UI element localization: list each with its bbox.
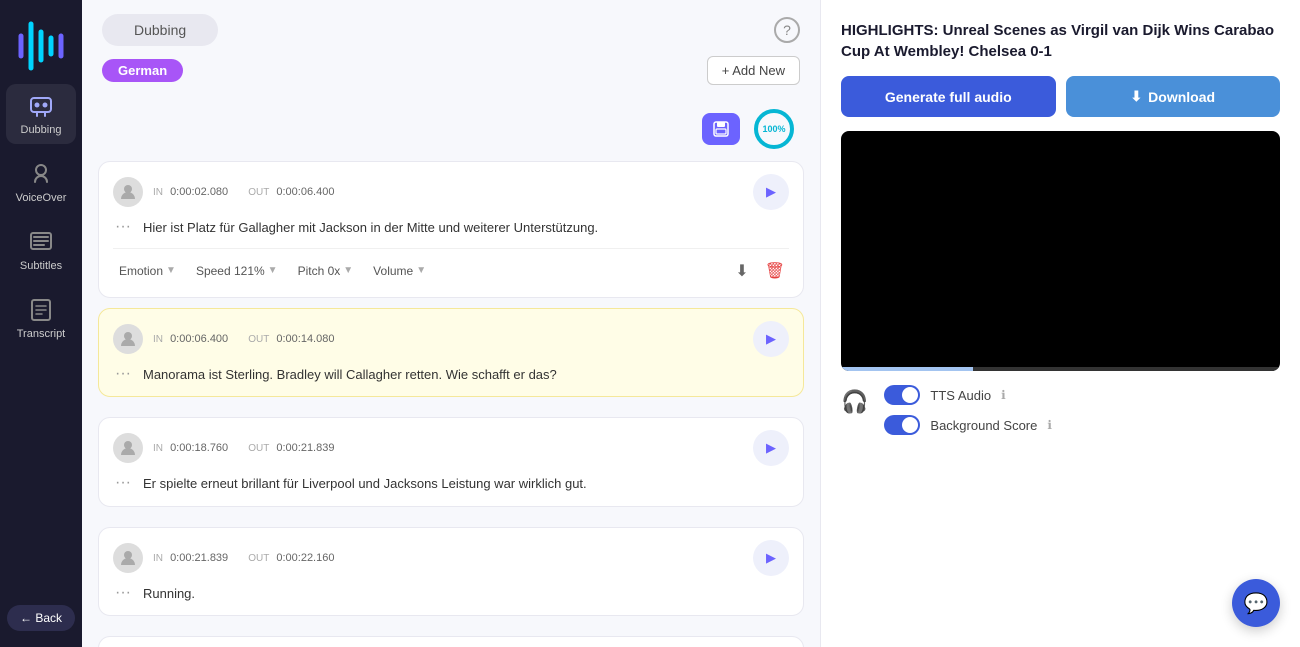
bg-score-toggle[interactable] [884,415,920,435]
segment-body: ··· Manorama ist Sterling. Bradley will … [113,365,789,385]
segment-text: Running. [143,584,789,604]
more-options-button[interactable]: ··· [113,584,133,602]
segment-text: Manorama ist Sterling. Bradley will Call… [143,365,789,385]
app-logo [17,16,65,64]
right-panel: HIGHLIGHTS: Unreal Scenes as Virgil van … [820,0,1300,647]
play-button[interactable]: ▶ [753,321,789,357]
lang-bar: German + Add New [82,46,820,95]
speed-button[interactable]: Speed 121% ▼ [190,261,284,281]
segments-container: 100% IN 0:00:02.080 OUT 0:00:06.400 [82,95,820,647]
sidebar-item-subtitles-label: Subtitles [20,260,62,272]
dubbing-tab[interactable]: Dubbing [102,14,218,46]
segment-text: Hier ist Platz für Gallagher mit Jackson… [143,218,789,238]
video-progress-bar [841,367,1280,371]
download-icon: ⬇ [1130,88,1142,105]
headphone-icon: 🎧 [841,389,868,415]
sidebar-item-transcript-label: Transcript [17,328,66,340]
bg-score-row: Background Score ℹ [884,415,1052,435]
tts-audio-label: TTS Audio [930,388,991,403]
play-button[interactable]: ▶ [753,430,789,466]
segment-download-icon[interactable]: ⬇ [731,257,752,285]
pitch-button[interactable]: Pitch 0x ▼ [292,261,360,281]
download-label: Download [1148,89,1215,105]
audio-controls: 🎧 TTS Audio ℹ Background Score ℹ [841,385,1280,435]
segment-header: IN 0:00:02.080 OUT 0:00:06.400 ▶ [113,174,789,210]
language-badge[interactable]: German [102,59,183,82]
play-button[interactable]: ▶ [753,174,789,210]
play-button[interactable]: ▶ [753,540,789,576]
video-title: HIGHLIGHTS: Unreal Scenes as Virgil van … [841,20,1280,62]
toolbar-row: 100% [98,103,804,161]
action-buttons: Generate full audio ⬇ Download [841,76,1280,117]
segment-body: ··· Running. [113,584,789,604]
help-icon[interactable]: ? [774,17,800,43]
avatar [113,324,143,354]
avatar [113,543,143,573]
timestamps: IN 0:00:18.760 OUT 0:00:21.839 [153,442,743,454]
chat-icon: 💬 [1244,591,1269,616]
segment-header: IN 0:00:21.839 OUT 0:00:22.160 ▶ [113,540,789,576]
video-preview [841,131,1280,371]
sidebar: Dubbing VoiceOver Subtitles Transcript ←… [0,0,82,647]
segment-header: IN 0:00:06.400 OUT 0:00:14.080 ▶ [113,321,789,357]
more-options-button[interactable]: ··· [113,218,133,236]
segment-card: IN 0:00:18.760 OUT 0:00:21.839 ▶ ··· Er … [98,417,804,507]
progress-text: 100% [762,124,785,134]
sidebar-item-voiceover-label: VoiceOver [16,192,67,204]
sidebar-item-transcript[interactable]: Transcript [6,288,76,348]
segment-delete-icon[interactable]: 🗑 [761,257,789,285]
video-progress-fill [841,367,973,371]
save-button[interactable] [702,113,740,145]
segment-text: Er spielte erneut brillant für Liverpool… [143,474,789,494]
bg-score-info-icon[interactable]: ℹ [1047,418,1052,432]
timestamps: IN 0:00:06.400 OUT 0:00:14.080 [153,333,743,345]
main-content: Dubbing ? German + Add New 100% [82,0,820,647]
top-bar: Dubbing ? [82,0,820,46]
generate-full-audio-button[interactable]: Generate full audio [841,76,1056,117]
sidebar-item-dubbing[interactable]: Dubbing [6,84,76,144]
chat-bubble-button[interactable]: 💬 [1232,579,1280,627]
timestamps: IN 0:00:21.839 OUT 0:00:22.160 [153,552,743,564]
avatar [113,177,143,207]
more-options-button[interactable]: ··· [113,365,133,383]
tts-audio-row: TTS Audio ℹ [884,385,1052,405]
avatar [113,433,143,463]
progress-circle: 100% [752,107,796,151]
more-options-button[interactable]: ··· [113,474,133,492]
bg-score-label: Background Score [930,418,1037,433]
sidebar-item-dubbing-label: Dubbing [21,124,62,136]
segment-card: IN 0:00:22.320 OUT 0:00:23.320 ▶ ··· Es … [98,636,804,647]
back-button[interactable]: ← Back [7,605,75,631]
segment-header: IN 0:00:18.760 OUT 0:00:21.839 ▶ [113,430,789,466]
toggles: TTS Audio ℹ Background Score ℹ [884,385,1052,435]
segment-controls: Emotion ▼ Speed 121% ▼ Pitch 0x ▼ Volume… [113,248,789,285]
tts-audio-toggle[interactable] [884,385,920,405]
sidebar-item-subtitles[interactable]: Subtitles [6,220,76,280]
segment-card: IN 0:00:02.080 OUT 0:00:06.400 ▶ ··· Hie… [98,161,804,298]
segment-card: IN 0:00:21.839 OUT 0:00:22.160 ▶ ··· Run… [98,527,804,617]
tts-info-icon[interactable]: ℹ [1001,388,1006,402]
segment-card: IN 0:00:06.400 OUT 0:00:14.080 ▶ ··· Man… [98,308,804,398]
timestamps: IN 0:00:02.080 OUT 0:00:06.400 [153,186,743,198]
sidebar-item-voiceover[interactable]: VoiceOver [6,152,76,212]
emotion-button[interactable]: Emotion ▼ [113,261,182,281]
segment-body: ··· Hier ist Platz für Gallagher mit Jac… [113,218,789,238]
download-button[interactable]: ⬇ Download [1066,76,1281,117]
volume-button[interactable]: Volume ▼ [367,261,432,281]
segment-body: ··· Er spielte erneut brillant für Liver… [113,474,789,494]
add-new-button[interactable]: + Add New [707,56,800,85]
